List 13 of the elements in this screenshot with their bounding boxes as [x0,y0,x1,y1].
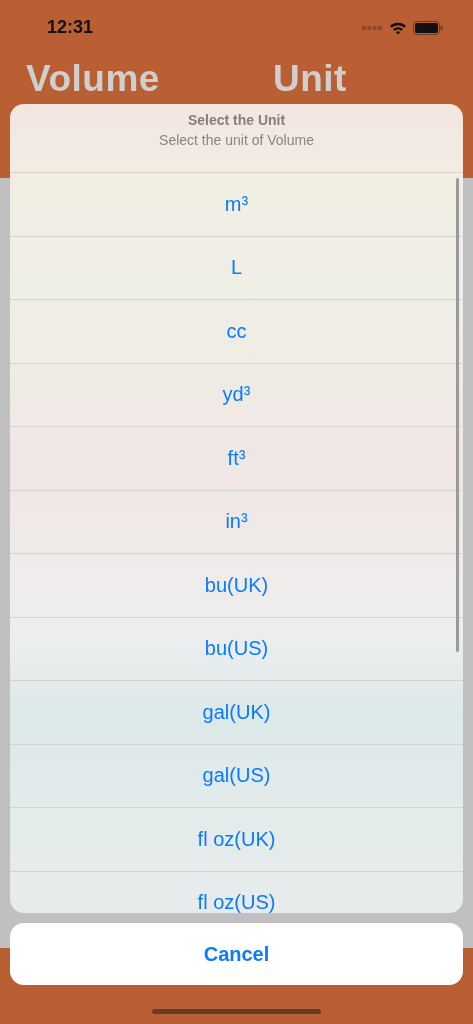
sheet-title: Select the Unit [187,112,286,128]
header-title: Volume [26,58,160,100]
unit-option[interactable]: gal(US) [10,744,463,808]
header-title: Unit [272,58,347,100]
status-time: 12:31 [47,17,94,38]
wifi-icon [389,20,407,35]
unit-option[interactable]: fl oz(UK) [10,808,463,872]
battery-icon [413,20,443,35]
home-indicator[interactable] [152,1009,321,1014]
unit-option[interactable]: gal(UK) [10,681,463,745]
signal-icon [361,24,383,31]
cancel-button[interactable]: Cancel [10,923,463,985]
sheet-message: Select the unit of Volume [159,132,314,148]
